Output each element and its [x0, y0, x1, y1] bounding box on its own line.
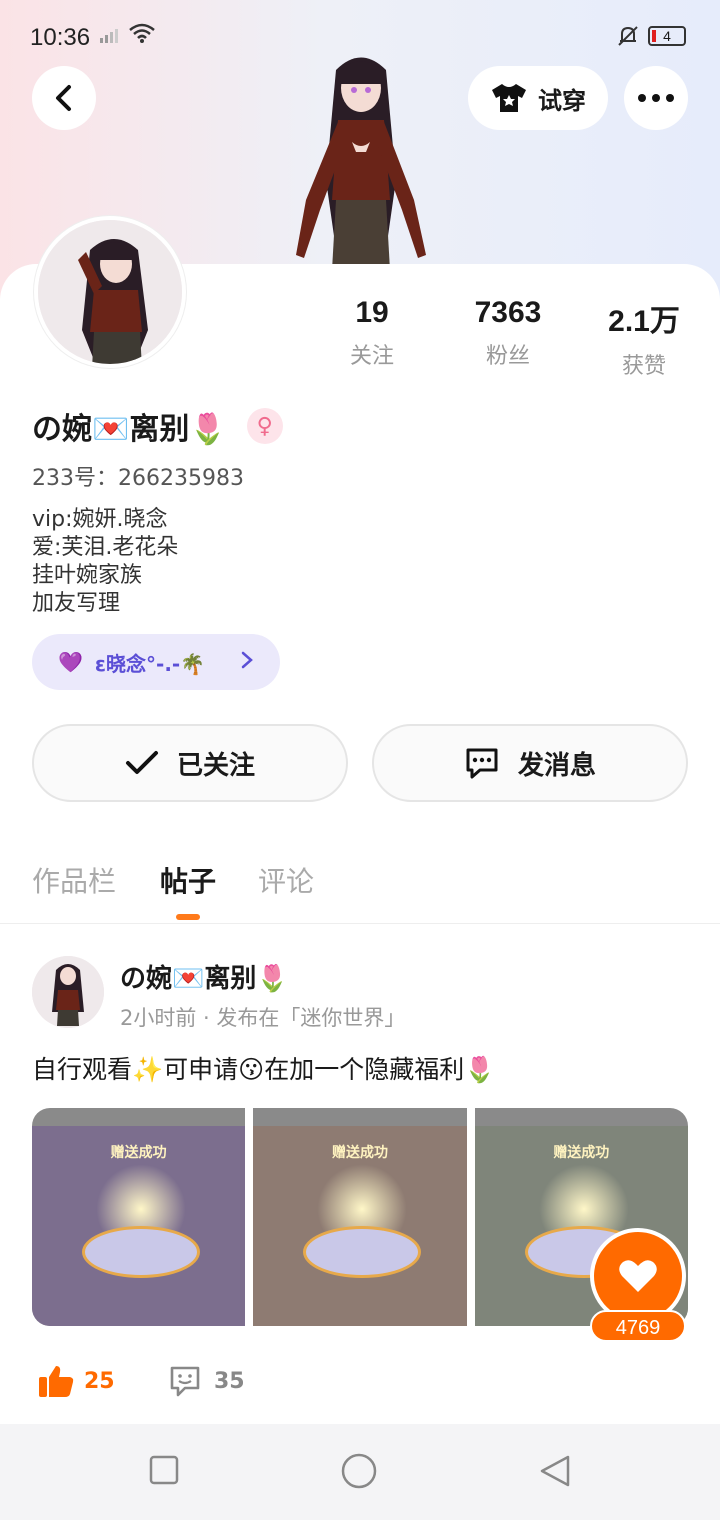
- status-time: 10:36: [30, 24, 91, 51]
- linked-friend-name: ε晓念°-.-🌴: [94, 651, 206, 676]
- gift-success-text: 赠送成功: [110, 1145, 167, 1161]
- post-like-count: 25: [84, 1368, 115, 1394]
- post-comment-count: 35: [214, 1368, 245, 1394]
- stat-followers-count: 7363: [474, 296, 542, 329]
- post-author-name[interactable]: の婉💌离别🌷: [120, 958, 289, 995]
- profile-uid[interactable]: 233号：266235983: [32, 460, 244, 492]
- battery-indicator: 4: [648, 26, 686, 46]
- bell-muted-icon: [616, 24, 640, 54]
- bio-line: 挂叶婉家族: [32, 563, 143, 588]
- heart-icon: [619, 1260, 657, 1292]
- gift-box-image: [82, 1226, 200, 1278]
- back-button[interactable]: [32, 66, 96, 130]
- post-author-avatar[interactable]: [32, 956, 104, 1028]
- home-icon[interactable]: [340, 1452, 378, 1490]
- active-tab-indicator: [176, 914, 200, 920]
- more-options-button[interactable]: [624, 66, 688, 130]
- comment-smile-icon: [170, 1366, 200, 1397]
- chevron-left-icon: [56, 85, 71, 111]
- profile-tabs: 作品栏 帖子 评论: [0, 856, 720, 924]
- linked-friend-tag[interactable]: 💜 ε晓念°-.-🌴: [32, 634, 280, 690]
- bio-line: vip:婉妍.晓念: [32, 507, 168, 532]
- stat-followers[interactable]: 7363 粉丝: [448, 296, 568, 370]
- wifi-icon: [128, 22, 156, 50]
- chat-bubble-icon: [466, 748, 498, 779]
- back-triangle-icon[interactable]: [538, 1454, 572, 1488]
- try-on-button[interactable]: 试穿: [468, 66, 608, 130]
- more-dots-icon: [638, 94, 674, 102]
- system-nav-bar: [0, 1424, 720, 1520]
- tab-comments[interactable]: 评论: [258, 860, 314, 900]
- post-meta: 2小时前 · 发布在「迷你世界」: [120, 1006, 406, 1030]
- check-icon: [125, 751, 158, 774]
- gift-success-text: 赠送成功: [553, 1145, 610, 1161]
- gender-female-icon: ♀: [246, 408, 283, 444]
- shirt-icon: [492, 84, 526, 112]
- profile-bio: vip:婉妍.晓念 爱:芙泪.老花朵 挂叶婉家族 加友写理: [32, 506, 178, 618]
- post-like-button[interactable]: 25: [38, 1364, 115, 1398]
- floating-like-count: 4769: [590, 1310, 686, 1342]
- tab-works[interactable]: 作品栏: [32, 860, 116, 900]
- stat-likes[interactable]: 2.1万 获赞: [584, 296, 704, 380]
- recent-apps-icon[interactable]: [148, 1454, 180, 1486]
- stat-following-label: 关注: [349, 344, 394, 369]
- stat-followers-label: 粉丝: [485, 344, 530, 369]
- thumbs-up-icon: [39, 1366, 74, 1397]
- post-comment-button[interactable]: 35: [168, 1364, 245, 1398]
- avatar-character-image: [296, 57, 426, 270]
- post-text[interactable]: 自行观看✨可申请😗在加一个隐藏福利🌷: [32, 1050, 495, 1086]
- follow-label: 已关注: [176, 750, 255, 781]
- follow-button[interactable]: 已关注: [32, 724, 348, 802]
- stat-likes-label: 获赞: [621, 354, 666, 379]
- gift-success-text: 赠送成功: [331, 1145, 388, 1161]
- tab-posts[interactable]: 帖子: [160, 860, 216, 900]
- profile-name-row: の婉💌离别🌷 ♀: [32, 404, 283, 448]
- profile-avatar[interactable]: [34, 216, 186, 368]
- message-label: 发消息: [517, 750, 596, 781]
- post-images: 赠送成功 赠送成功 赠送成功: [32, 1108, 688, 1326]
- message-button[interactable]: 发消息: [372, 724, 688, 802]
- purple-heart-icon: 💜: [58, 650, 83, 674]
- avatar-image: [32, 956, 104, 1028]
- stat-following[interactable]: 19 关注: [312, 296, 432, 370]
- try-on-label: 试穿: [538, 86, 586, 115]
- post-image[interactable]: 赠送成功: [32, 1108, 246, 1326]
- stat-following-count: 19: [355, 296, 389, 329]
- post-image[interactable]: 赠送成功: [253, 1108, 467, 1326]
- profile-name: の婉💌离别🌷: [32, 412, 227, 447]
- signal-icon: [98, 26, 122, 48]
- gift-box-image: [303, 1226, 422, 1278]
- bio-line: 加友写理: [32, 591, 121, 616]
- chevron-right-icon: [240, 650, 254, 675]
- bio-line: 爱:芙泪.老花朵: [32, 535, 179, 560]
- stat-likes-count: 2.1万: [608, 305, 680, 338]
